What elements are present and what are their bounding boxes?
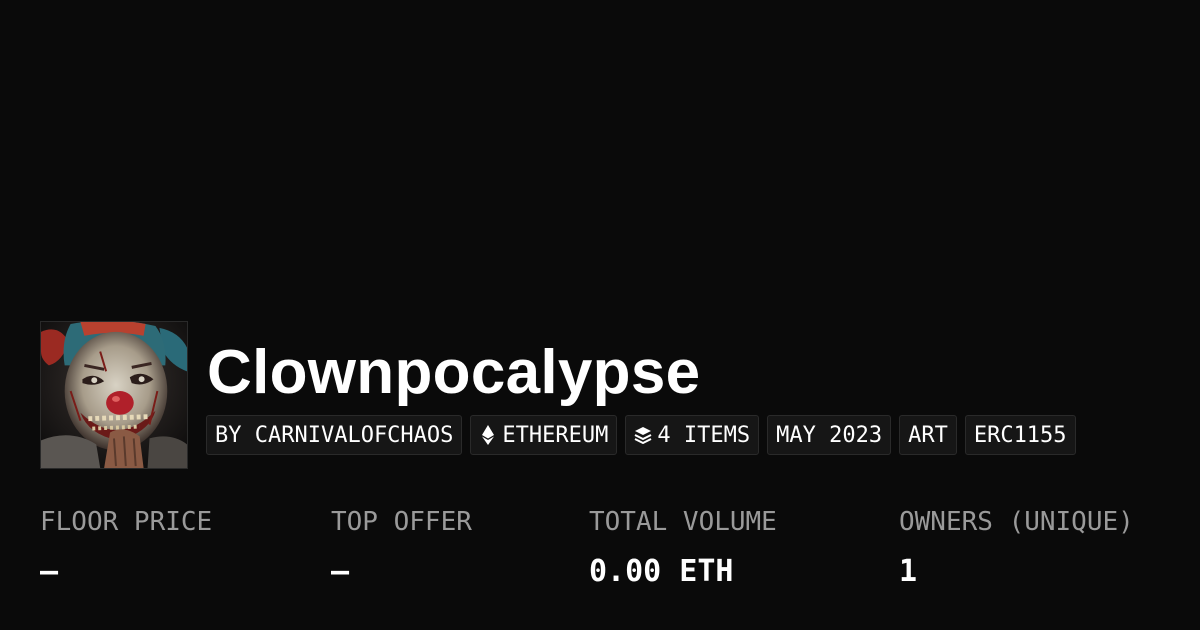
creator-tag[interactable]: BY CARNIVALOFCHAOS <box>206 415 463 455</box>
floor-price-label: FLOOR PRICE <box>40 507 213 537</box>
floor-price-stat: FLOOR PRICE – <box>40 505 212 590</box>
standard-tag-label: ERC1155 <box>973 422 1067 448</box>
owners-value: 1 <box>899 554 918 589</box>
top-offer-stat: TOP OFFER – <box>331 505 472 590</box>
collection-title: Clownpocalypse <box>207 338 701 407</box>
total-volume-label: TOTAL VOLUME <box>589 507 777 537</box>
clown-avatar-image <box>41 322 187 468</box>
top-offer-label: TOP OFFER <box>331 507 472 537</box>
owners-label: OWNERS (UNIQUE) <box>899 507 1134 537</box>
standard-tag: ERC1155 <box>964 415 1076 455</box>
chain-tag[interactable]: ETHEREUM <box>470 415 618 455</box>
date-tag: MAY 2023 <box>767 415 892 455</box>
category-tag[interactable]: ART <box>899 415 957 455</box>
collection-avatar <box>40 321 188 469</box>
floor-price-value: – <box>40 554 59 589</box>
category-tag-label: ART <box>908 422 948 448</box>
creator-tag-label: BY CARNIVALOFCHAOS <box>215 422 454 448</box>
collection-tags: BY CARNIVALOFCHAOS ETHEREUM 4 ITEMS MAY … <box>206 415 1076 455</box>
items-tag[interactable]: 4 ITEMS <box>625 415 760 455</box>
top-offer-value: – <box>331 554 350 589</box>
owners-stat: OWNERS (UNIQUE) 1 <box>899 505 1134 590</box>
collection-share-card: Clownpocalypse BY CARNIVALOFCHAOS ETHERE… <box>0 0 1200 630</box>
total-volume-value: 0.00 ETH <box>589 554 734 589</box>
total-volume-stat: TOTAL VOLUME 0.00 ETH <box>589 505 777 590</box>
ethereum-icon <box>479 424 497 446</box>
layers-icon <box>634 424 652 446</box>
chain-tag-label: ETHEREUM <box>502 422 609 448</box>
items-tag-label: 4 ITEMS <box>657 422 751 448</box>
date-tag-label: MAY 2023 <box>776 422 883 448</box>
